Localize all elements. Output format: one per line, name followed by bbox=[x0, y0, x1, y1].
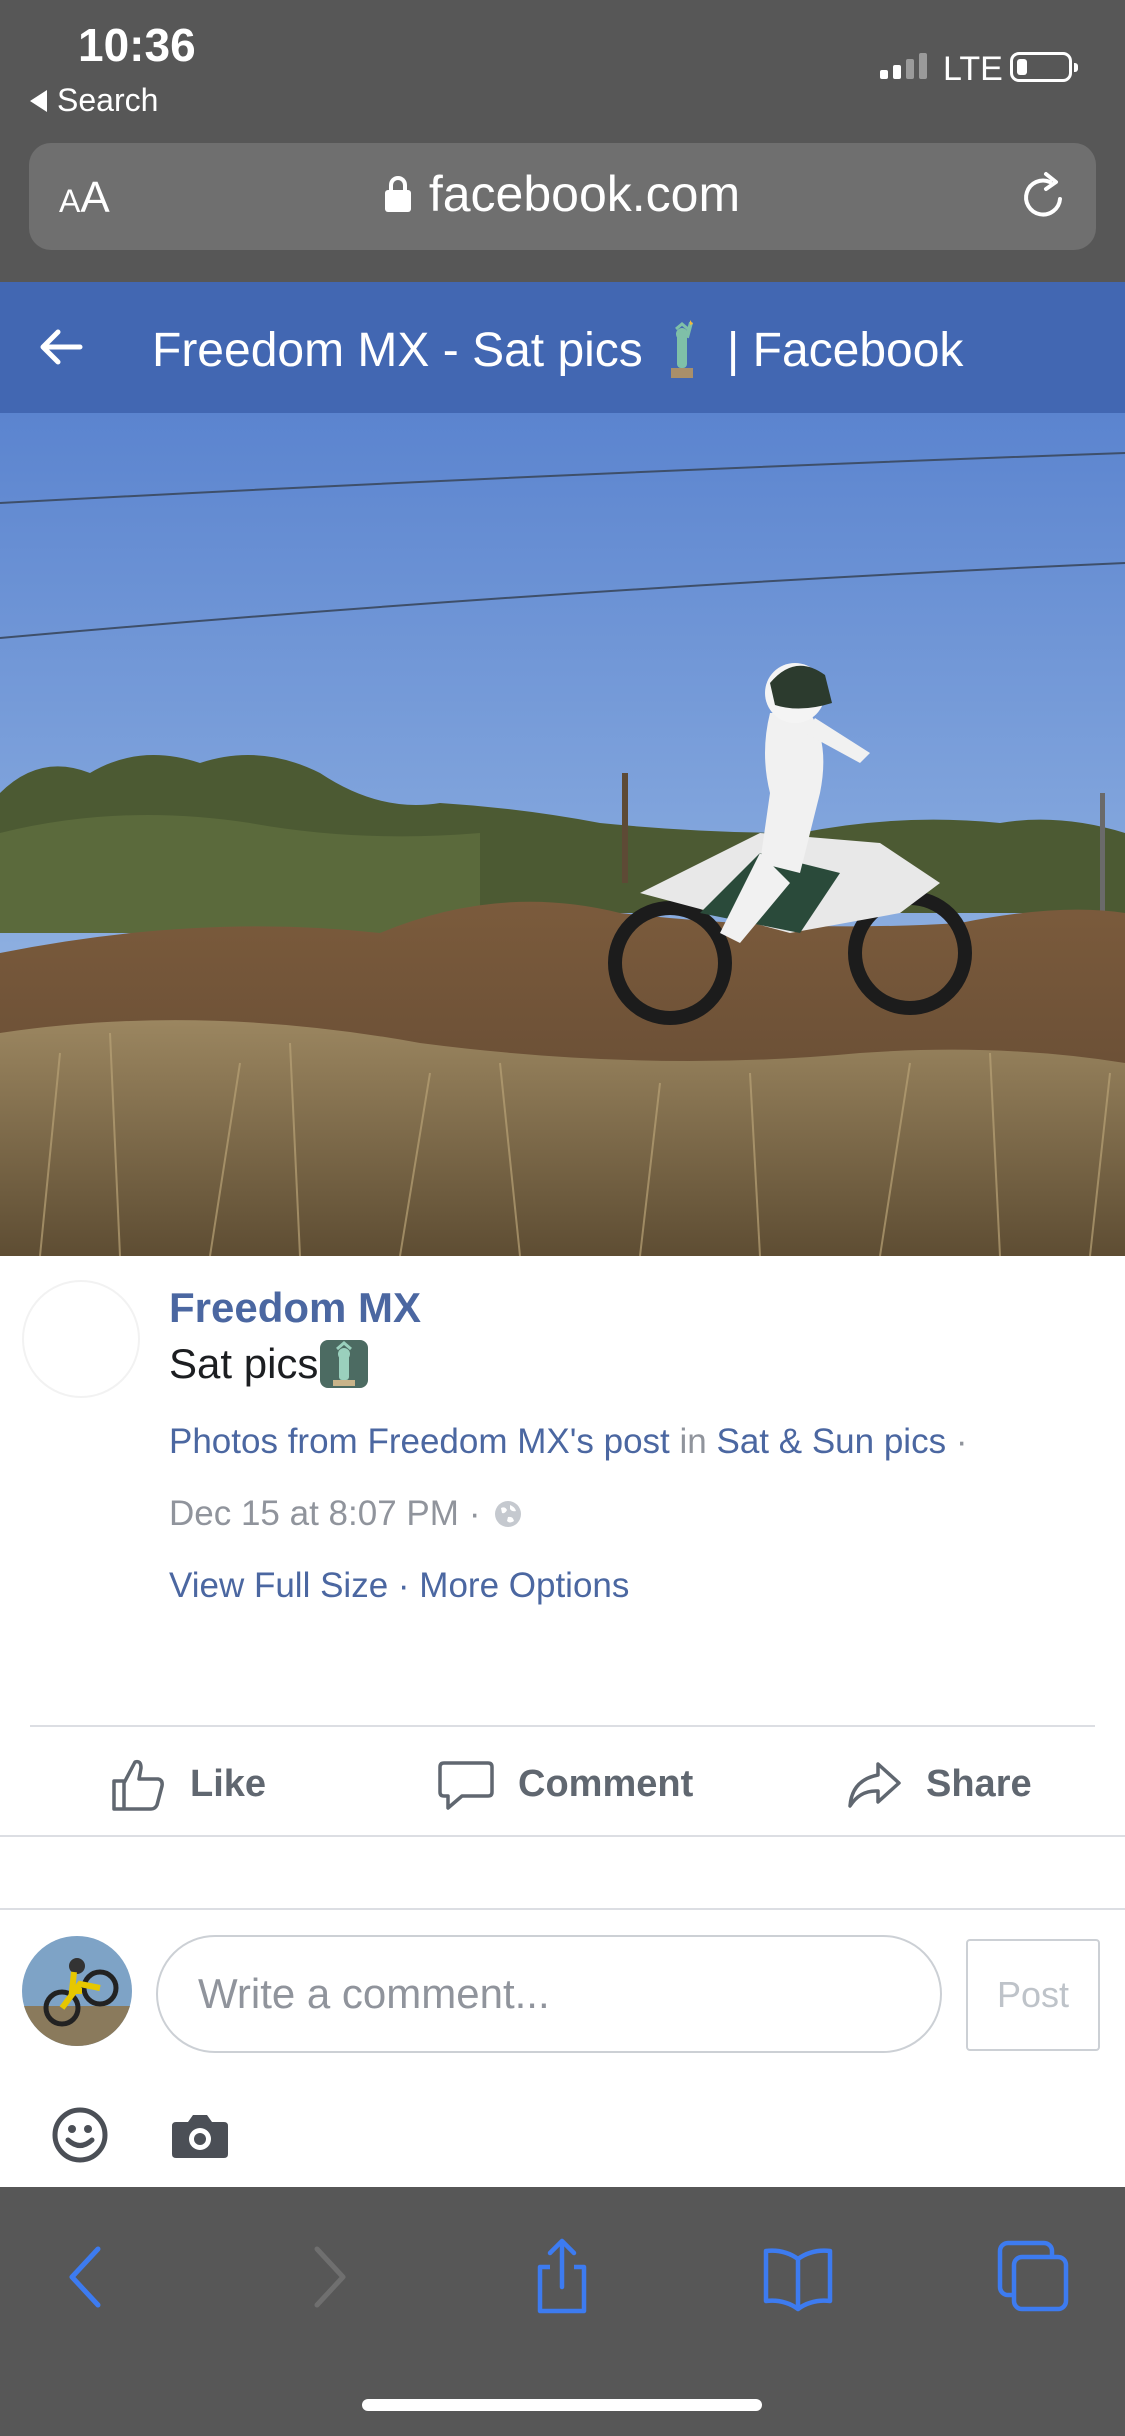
comment-bubble-icon bbox=[438, 1761, 494, 1810]
comment-button[interactable]: Comment bbox=[436, 1752, 693, 1816]
share-label: Share bbox=[926, 1762, 1032, 1805]
separator: · bbox=[955, 1422, 968, 1461]
page-title: Freedom MX - Sat pics | Facebook bbox=[152, 320, 963, 380]
divider bbox=[0, 1835, 1125, 1837]
battery-icon bbox=[1010, 52, 1078, 82]
share-arrow-icon bbox=[848, 1762, 901, 1808]
fb-header: Freedom MX - Sat pics | Facebook bbox=[0, 282, 1125, 413]
post-link[interactable]: Freedom MX's post bbox=[367, 1422, 669, 1461]
post-timestamp[interactable]: Dec 15 at 8:07 PM bbox=[169, 1494, 459, 1534]
thumbs-up-icon bbox=[112, 1759, 164, 1811]
browser-top-chrome: 10:36 Search LTE AA facebook.com bbox=[0, 0, 1125, 282]
post-source-line: Photos from Freedom MX's post in Sat & S… bbox=[169, 1422, 967, 1462]
separator: · bbox=[397, 1566, 410, 1605]
divider bbox=[0, 1908, 1125, 1910]
back-arrow-icon[interactable] bbox=[36, 322, 86, 372]
statue-of-liberty-icon bbox=[320, 1340, 369, 1388]
back-to-search-label: Search bbox=[57, 82, 159, 118]
more-options-link[interactable]: More Options bbox=[419, 1566, 629, 1605]
author-name[interactable]: Freedom MX bbox=[169, 1284, 421, 1332]
post-timestamp-line: Dec 15 at 8:07 PM · bbox=[169, 1494, 523, 1534]
view-full-size-link[interactable]: View Full Size bbox=[169, 1566, 388, 1605]
comment-label: Comment bbox=[518, 1762, 694, 1805]
back-icon[interactable] bbox=[50, 2237, 130, 2317]
author-avatar[interactable] bbox=[22, 1280, 140, 1398]
camera-icon[interactable] bbox=[170, 2110, 230, 2162]
globe-icon bbox=[494, 1501, 521, 1527]
signal-strength-icon bbox=[880, 53, 927, 79]
page-title-suffix: | Facebook bbox=[726, 323, 964, 377]
reload-icon[interactable] bbox=[1016, 169, 1072, 225]
separator: · bbox=[468, 1494, 481, 1533]
url-text: facebook.com bbox=[428, 166, 741, 222]
in-text: in bbox=[679, 1422, 707, 1461]
forward-icon bbox=[314, 2246, 346, 2308]
photo-options-line: View Full Size · More Options bbox=[169, 1566, 629, 1606]
browser-toolbar bbox=[0, 2187, 1125, 2436]
statue-of-liberty-icon bbox=[670, 320, 693, 378]
like-button[interactable]: Like bbox=[108, 1752, 266, 1816]
share-icon[interactable] bbox=[522, 2237, 602, 2317]
like-label: Like bbox=[190, 1762, 267, 1805]
post-photo[interactable] bbox=[0, 413, 1125, 1256]
bookmarks-icon[interactable] bbox=[758, 2237, 838, 2317]
comment-input[interactable] bbox=[156, 1935, 942, 2053]
status-time: 10:36 bbox=[78, 19, 196, 71]
divider bbox=[30, 1725, 1095, 1727]
address-bar[interactable]: AA facebook.com bbox=[29, 143, 1096, 250]
url-display[interactable]: facebook.com bbox=[29, 165, 1096, 223]
tabs-icon[interactable] bbox=[994, 2237, 1074, 2317]
network-type: LTE bbox=[943, 50, 1003, 88]
back-to-search-link[interactable]: Search bbox=[30, 82, 158, 119]
home-indicator bbox=[362, 2399, 762, 2411]
post-text: Sat pics bbox=[169, 1340, 369, 1388]
photos-from-text: Photos from bbox=[169, 1422, 358, 1461]
lock-icon bbox=[384, 176, 411, 212]
user-avatar[interactable] bbox=[22, 1936, 132, 2046]
album-link[interactable]: Sat & Sun pics bbox=[717, 1422, 947, 1461]
emoji-icon[interactable] bbox=[50, 2105, 110, 2165]
post-comment-button[interactable]: Post bbox=[966, 1939, 1100, 2051]
back-triangle-icon bbox=[30, 89, 47, 112]
post-text-body: Sat pics bbox=[169, 1340, 319, 1387]
page-title-prefix: Freedom MX - Sat pics bbox=[152, 323, 643, 377]
share-button[interactable]: Share bbox=[844, 1752, 1032, 1816]
